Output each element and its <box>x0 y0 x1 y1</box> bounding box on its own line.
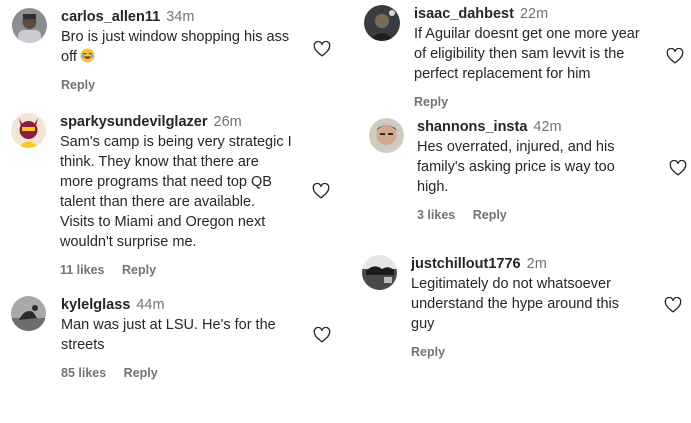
reply-button[interactable]: Reply <box>473 208 507 222</box>
heart-outline-icon[interactable] <box>669 160 687 176</box>
comment-text-line: Hes overrated, injured, and his <box>417 139 615 155</box>
comment-sparkysundevilglazer: sparkysundevilglazer 26m Sam's camp is b… <box>11 113 336 283</box>
comment-actions: Reply <box>61 77 289 93</box>
comment-actions: 85 likes Reply <box>61 365 276 381</box>
timestamp: 26m <box>213 114 242 130</box>
heart-outline-icon[interactable] <box>313 41 331 57</box>
comment-text-line: Legitimately do not whatsoever <box>411 276 611 292</box>
avatar[interactable] <box>11 296 46 331</box>
username[interactable]: justchillout1776 <box>411 256 521 272</box>
username[interactable]: isaac_dahbest <box>414 6 514 22</box>
comment-text: Sam's camp is being very strategic I thi… <box>60 132 292 252</box>
comment-text-line: more programs that need top QB <box>60 174 272 190</box>
username[interactable]: shannons_insta <box>417 119 527 135</box>
comment-text-line: Bro is just window shopping his ass <box>61 29 290 45</box>
comment-text-line: Man was just at LSU. He's for the <box>61 317 276 333</box>
avatar[interactable] <box>364 5 400 41</box>
laughing-crying-emoji-icon <box>80 48 95 63</box>
comment-carlos-allen11: carlos_allen11 34m Bro is just window sh… <box>12 8 334 100</box>
heart-outline-icon[interactable] <box>664 297 682 313</box>
timestamp: 42m <box>533 119 562 135</box>
reply-button[interactable]: Reply <box>61 78 95 92</box>
heart-outline-icon[interactable] <box>312 183 330 199</box>
heart-outline-icon[interactable] <box>666 48 684 64</box>
comment-shannons-insta: shannons_insta 42m Hes overrated, injure… <box>369 118 687 228</box>
username[interactable]: carlos_allen11 <box>61 9 160 25</box>
like-count[interactable]: 85 likes <box>61 366 106 380</box>
like-count[interactable]: 3 likes <box>417 208 455 222</box>
comment-text: If Aguilar doesnt get one more year of e… <box>414 24 640 84</box>
comment-text-line: understand the hype around this <box>411 296 619 312</box>
username[interactable]: kylelglass <box>61 297 130 313</box>
comment-actions: 3 likes Reply <box>417 207 615 223</box>
avatar[interactable] <box>12 8 47 43</box>
comment-text-line: family's asking price is way too <box>417 159 615 175</box>
avatar[interactable] <box>369 118 404 153</box>
reply-button[interactable]: Reply <box>122 263 156 277</box>
heart-outline-icon[interactable] <box>313 327 331 343</box>
comment-isaac-dahbest: isaac_dahbest 22m If Aguilar doesnt get … <box>364 5 686 115</box>
comment-actions: 11 likes Reply <box>60 262 292 278</box>
avatar[interactable] <box>11 113 46 148</box>
comment-text: Hes overrated, injured, and his family's… <box>417 137 615 197</box>
timestamp: 34m <box>166 9 195 25</box>
comment-text: Bro is just window shopping his ass off <box>61 27 289 67</box>
comment-text: Man was just at LSU. He's for the street… <box>61 315 276 355</box>
timestamp: 44m <box>136 297 165 313</box>
avatar[interactable] <box>362 255 397 290</box>
timestamp: 2m <box>526 256 547 272</box>
reply-button[interactable]: Reply <box>414 95 448 109</box>
comment-text: Legitimately do not whatsoever understan… <box>411 274 619 334</box>
comment-text-line: high. <box>417 179 449 195</box>
comment-text-line: If Aguilar doesnt get one more year <box>414 26 640 42</box>
comment-actions: Reply <box>411 344 619 360</box>
reply-button[interactable]: Reply <box>124 366 158 380</box>
username[interactable]: sparkysundevilglazer <box>60 114 208 130</box>
comment-text-line: wouldn't surprise me. <box>60 234 197 250</box>
comment-text-line: guy <box>411 316 435 332</box>
comment-actions: Reply <box>414 94 640 110</box>
comment-text-line: Visits to Miami and Oregon next <box>60 214 266 230</box>
reply-button[interactable]: Reply <box>411 345 445 359</box>
comment-justchillout1776: justchillout1776 2m Legitimately do not … <box>362 255 687 365</box>
comment-text-line: streets <box>61 337 105 353</box>
comment-kylelglass: kylelglass 44m Man was just at LSU. He's… <box>11 296 336 388</box>
comment-text-line: talent than there are available. <box>60 194 256 210</box>
comment-text-line: off <box>61 47 289 67</box>
like-count[interactable]: 11 likes <box>60 263 105 277</box>
timestamp: 22m <box>519 6 549 22</box>
comment-text-line: perfect replacement for him <box>414 66 591 82</box>
comment-text-line: think. They know that there are <box>60 154 259 170</box>
comment-text-line: of eligibility then sam levvit is the <box>414 46 625 62</box>
comment-text-line: Sam's camp is being very strategic I <box>60 134 292 150</box>
